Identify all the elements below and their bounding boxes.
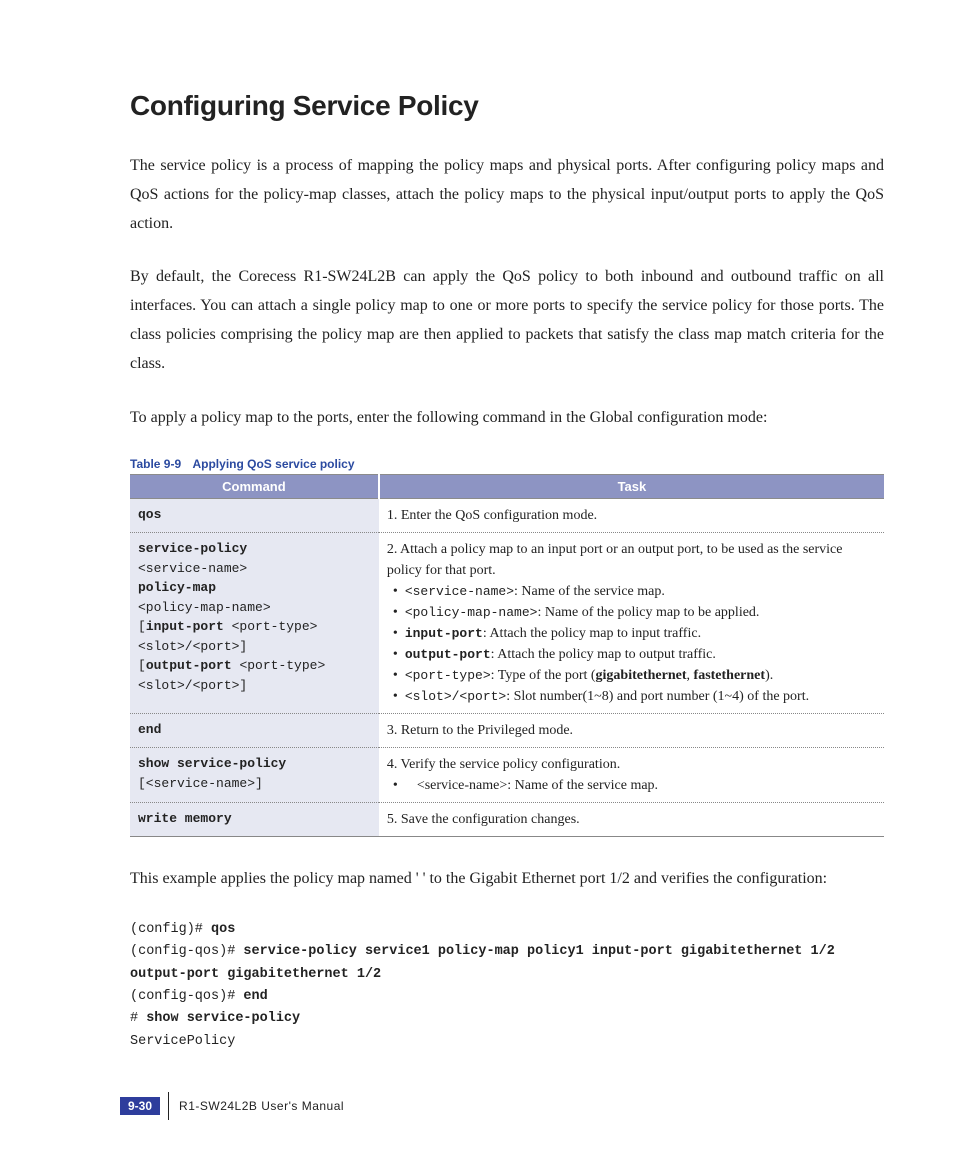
page-number: 9-30 [120, 1097, 160, 1115]
cmd-qos: qos [138, 507, 161, 522]
footer-separator [168, 1092, 169, 1120]
task-service-policy: 2. Attach a policy map to an input port … [379, 533, 884, 714]
task-qos: 1. Enter the QoS configuration mode. [379, 499, 884, 533]
intro-paragraph-2: By default, the Corecess R1-SW24L2B can … [130, 263, 884, 378]
table-caption-text: Applying QoS service policy [192, 457, 354, 471]
cmd-show-service-policy: show service-policy [<service-name>] [130, 748, 379, 803]
footer-doc-title: R1-SW24L2B User's Manual [179, 1099, 344, 1113]
task-show-service-policy: 4. Verify the service policy configurati… [379, 748, 884, 803]
table-row: show service-policy [<service-name>] 4. … [130, 748, 884, 803]
page-footer: 9-30 R1-SW24L2B User's Manual [120, 1092, 344, 1120]
table-row: write memory 5. Save the configuration c… [130, 803, 884, 837]
cli-example: (config)# qos (config-qos)# service-poli… [130, 919, 884, 1053]
intro-paragraph-3: To apply a policy map to the ports, ente… [130, 404, 884, 433]
th-task: Task [379, 475, 884, 499]
command-table: Command Task qos 1. Enter the QoS config… [130, 474, 884, 837]
table-row: qos 1. Enter the QoS configuration mode. [130, 499, 884, 533]
cmd-service-policy: service-policy <service-name> policy-map… [130, 533, 379, 714]
table-caption-number: Table 9-9 [130, 457, 181, 471]
page-title: Configuring Service Policy [130, 90, 884, 122]
table-row: end 3. Return to the Privileged mode. [130, 714, 884, 748]
cmd-end: end [138, 722, 161, 737]
cmd-write-memory: write memory [138, 811, 232, 826]
example-intro: This example applies the policy map name… [130, 865, 884, 894]
task-end: 3. Return to the Privileged mode. [379, 714, 884, 748]
intro-paragraph-1: The service policy is a process of mappi… [130, 152, 884, 238]
table-row: service-policy <service-name> policy-map… [130, 533, 884, 714]
table-caption: Table 9-9 Applying QoS service policy [130, 457, 884, 471]
task-write-memory: 5. Save the configuration changes. [379, 803, 884, 837]
th-command: Command [130, 475, 379, 499]
